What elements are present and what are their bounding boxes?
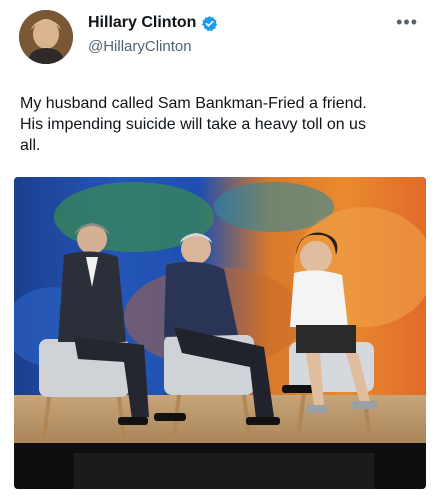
author-avatar[interactable] xyxy=(19,10,73,64)
more-options-icon[interactable]: ••• xyxy=(396,12,418,33)
tweet-text: My husband called Sam Bankman-Fried a fr… xyxy=(20,95,367,154)
tweet-photo[interactable] xyxy=(14,177,426,489)
author-name[interactable]: Hillary Clinton xyxy=(88,14,196,32)
verified-badge-icon xyxy=(202,15,218,31)
tweet-header: Hillary Clinton @HillaryClinton ••• xyxy=(0,0,440,80)
author-handle[interactable]: @HillaryClinton xyxy=(88,38,192,55)
author-name-row[interactable]: Hillary Clinton xyxy=(88,14,218,32)
